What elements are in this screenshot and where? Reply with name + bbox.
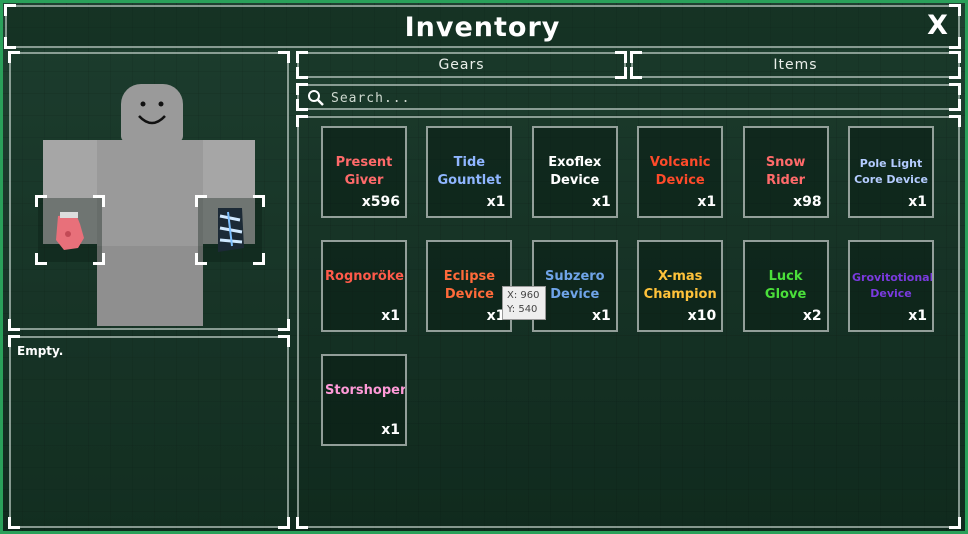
item-count: x2 <box>802 308 822 324</box>
coordinate-tooltip: X: 960 Y: 540 <box>502 286 546 320</box>
item-name: Pole Light Core Device <box>854 157 928 186</box>
search-bar <box>296 83 961 111</box>
item-count: x596 <box>361 194 400 210</box>
item-name: Luck Glove <box>764 269 807 302</box>
item-slot[interactable]: Storshoper x1 <box>321 354 407 446</box>
avatar-preview-panel <box>8 51 290 331</box>
tab-items[interactable]: Items <box>630 51 961 79</box>
item-name: Tide Gountlet <box>437 155 502 188</box>
equipped-right-slot[interactable] <box>195 195 265 265</box>
item-count: x1 <box>381 308 400 324</box>
item-count: x98 <box>793 194 822 210</box>
tab-gears[interactable]: Gears <box>296 51 627 79</box>
item-slot[interactable]: Tide Gountlet x1 <box>426 126 513 218</box>
item-description-panel: Empty. <box>8 335 290 529</box>
item-count: x1 <box>697 194 717 210</box>
item-count: x1 <box>381 422 400 438</box>
item-grid-panel: Present Giver x596 Tide Gountlet x1 Exoflex … <box>296 115 961 529</box>
avatar-head <box>121 84 183 142</box>
close-button[interactable]: X <box>927 10 948 41</box>
window-title: Inventory <box>404 12 561 43</box>
avatar-torso <box>97 140 203 246</box>
search-icon <box>308 90 324 106</box>
item-slot[interactable]: Pole Light Core Device x1 <box>848 126 934 218</box>
item-name: Eclipse Device <box>443 269 496 302</box>
avatar-face-icon <box>138 101 166 125</box>
item-slot[interactable]: Grovitotional Device x1 <box>848 240 934 332</box>
item-slot[interactable]: Present Giver x596 <box>321 126 407 218</box>
item-name: Rognoröker <box>325 269 407 284</box>
item-count: x1 <box>486 194 506 210</box>
item-description-text: Empty. <box>17 344 64 358</box>
tooltip-y: Y: 540 <box>507 304 538 315</box>
item-slot[interactable]: Rognoröker x1 <box>321 240 407 332</box>
item-name: Subzero Device <box>544 269 605 302</box>
item-slot[interactable]: Volcanic Device x1 <box>637 126 724 218</box>
item-slot[interactable]: Eclipse Device x1 <box>426 240 513 332</box>
item-name: Grovitotional Device <box>852 271 934 300</box>
item-name: Present Giver <box>335 155 393 188</box>
item-slot[interactable]: Snow Rider x98 <box>742 126 829 218</box>
item-count: x10 <box>687 308 717 324</box>
equipped-left-slot[interactable] <box>35 195 105 265</box>
tooltip-x: X: 960 <box>507 290 540 301</box>
item-name: Exoflex Device <box>548 155 602 188</box>
search-input[interactable] <box>331 88 951 108</box>
item-name: Volcanic Device <box>649 155 711 188</box>
item-slot[interactable]: X-mas Champion x10 <box>637 240 724 332</box>
title-bar: Inventory X <box>4 4 961 49</box>
item-count: x1 <box>592 308 611 324</box>
item-count: x1 <box>592 194 611 210</box>
item-count: x1 <box>908 308 927 324</box>
item-name: Snow Rider <box>765 155 806 188</box>
tab-items-label: Items <box>773 57 818 73</box>
item-count: x1 <box>908 194 927 210</box>
item-name: Storshoper <box>325 383 407 398</box>
tab-gears-label: Gears <box>438 57 485 73</box>
item-slot[interactable]: Luck Glove x2 <box>742 240 829 332</box>
item-slot[interactable]: Exoflex Device x1 <box>531 126 618 218</box>
item-name: X-mas Champion <box>643 269 717 302</box>
